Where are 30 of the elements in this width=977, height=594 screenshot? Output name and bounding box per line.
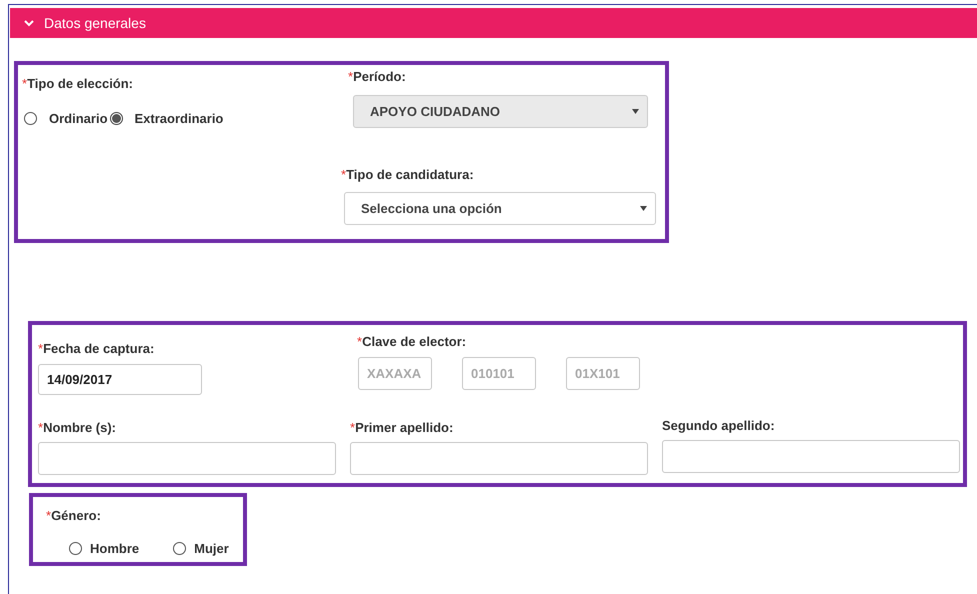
- date-field[interactable]: 14/09/2017: [38, 364, 202, 395]
- field-label: *Primer apellido:: [350, 420, 454, 435]
- candidacy-select[interactable]: Selecciona una opción: [344, 192, 656, 225]
- key-field[interactable]: XAXAXA: [358, 357, 432, 390]
- key-field[interactable]: 01X101: [566, 357, 640, 390]
- radio-button[interactable]: [173, 542, 186, 555]
- radio-label[interactable]: Extraordinario: [134, 111, 224, 126]
- radio-button[interactable]: [24, 112, 37, 125]
- field-label: *Género:: [46, 508, 101, 523]
- field-label: *Fecha de captura:: [38, 341, 154, 356]
- name-field[interactable]: [662, 440, 960, 473]
- field-label: *Nombre (s):: [38, 420, 118, 435]
- radio-button[interactable]: [110, 112, 123, 125]
- field-label: *Período:: [348, 69, 406, 84]
- name-field[interactable]: [38, 442, 336, 475]
- key-field[interactable]: 010101: [462, 357, 536, 390]
- radio-label[interactable]: Mujer: [194, 541, 229, 556]
- caret-icon: [632, 109, 639, 114]
- field-label: *Tipo de candidatura:: [341, 167, 474, 182]
- radio-label[interactable]: Ordinario: [49, 111, 108, 126]
- name-field[interactable]: [350, 442, 648, 475]
- period-select: APOYO CIUDADANO: [353, 95, 648, 128]
- field-label: Segundo apellido:: [662, 418, 776, 433]
- caret-icon: [640, 206, 647, 211]
- chevron-icon: [24, 18, 34, 28]
- section-header[interactable]: Datos generales: [10, 8, 977, 38]
- field-label: *Clave de elector:: [357, 334, 466, 349]
- radio-button[interactable]: [69, 542, 82, 555]
- radio-label[interactable]: Hombre: [90, 541, 140, 556]
- field-label: *Tipo de elección:: [22, 76, 134, 91]
